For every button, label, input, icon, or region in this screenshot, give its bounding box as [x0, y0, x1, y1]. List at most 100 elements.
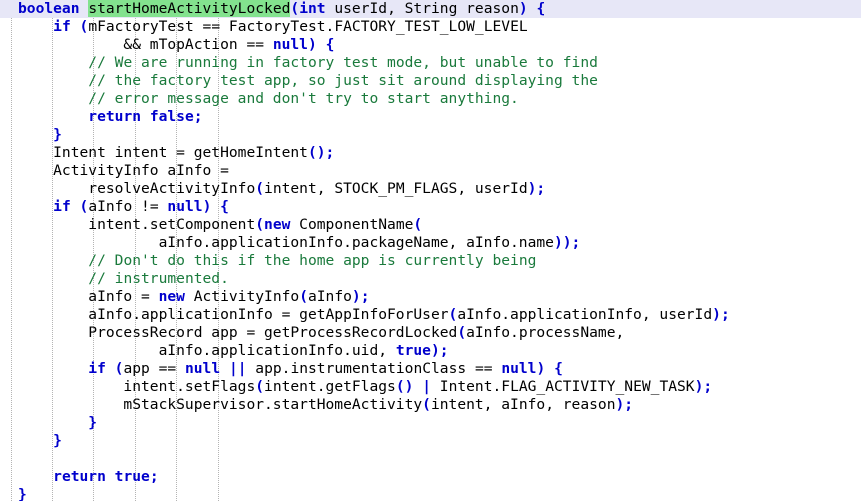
code-token-punc: |: [422, 378, 431, 395]
code-line[interactable]: aInfo.applicationInfo.uid, true);: [0, 342, 861, 360]
code-token-punc: (: [255, 378, 265, 395]
code-token-plain: ActivityInfo aInfo =: [18, 162, 229, 179]
code-token-punc: ;: [536, 180, 546, 197]
code-token-plain: resolveActivityInfo: [18, 180, 256, 197]
code-token-plain: intent.setFlags: [18, 378, 256, 395]
code-token-plain: aInfo: [307, 288, 352, 305]
code-token-punc: (): [307, 144, 326, 161]
code-line[interactable]: resolveActivityInfo(intent, STOCK_PM_FLA…: [0, 180, 861, 198]
code-token-kw: false: [149, 108, 194, 125]
code-token-punc: ): [712, 306, 721, 323]
highlighted-symbol: startHomeActivityLocked: [88, 0, 291, 17]
code-line[interactable]: aInfo.applicationInfo = getAppInfoForUse…: [0, 306, 861, 324]
code-line[interactable]: // instrumented.: [0, 270, 861, 288]
code-token-punc: (: [255, 216, 265, 233]
code-token-punc: }: [88, 414, 98, 431]
code-line[interactable]: }: [0, 486, 861, 501]
code-token-kw: boolean: [18, 0, 80, 17]
code-token-plain: ActivityInfo: [184, 288, 300, 305]
code-token-punc: ;: [360, 288, 370, 305]
code-token-punc: {: [220, 198, 229, 215]
code-line[interactable]: return false;: [0, 108, 861, 126]
code-token-punc: (: [448, 306, 458, 323]
code-editor-viewport[interactable]: boolean startHomeActivityLocked(int user…: [0, 0, 861, 501]
code-token-comment: // the factory test app, so just sit aro…: [88, 72, 598, 89]
code-token-punc: (: [457, 324, 467, 341]
code-token-punc: {: [536, 0, 546, 17]
code-token-plain: Intent intent = getHomeIntent: [18, 144, 308, 161]
code-line[interactable]: // Don't do this if the home app is curr…: [0, 252, 861, 270]
code-token-punc: }: [18, 486, 27, 501]
code-token-kw: int: [299, 0, 326, 17]
code-line[interactable]: return true;: [0, 468, 861, 486]
code-token-punc: (: [299, 288, 308, 305]
code-token-plain: ComponentName: [290, 216, 414, 233]
code-line[interactable]: mStackSupervisor.startHomeActivity(inten…: [0, 396, 861, 414]
code-line[interactable]: // the factory test app, so just sit aro…: [0, 72, 861, 90]
code-token-punc: ): [430, 342, 440, 359]
code-token-kw: true: [395, 342, 431, 359]
code-line[interactable]: intent.setFlags(intent.getFlags() | Inte…: [0, 378, 861, 396]
code-token-kw: new: [264, 216, 291, 233]
code-line[interactable]: intent.setComponent(new ComponentName(: [0, 216, 861, 234]
code-token-kw: null: [501, 360, 537, 377]
code-token-punc: }: [53, 126, 62, 143]
code-token-plain: aInfo.applicationInfo.uid,: [18, 342, 396, 359]
code-line[interactable]: [0, 450, 861, 468]
code-token-plain: aInfo.applicationInfo = getAppInfoForUse…: [18, 306, 449, 323]
code-token-plain: && mTopAction ==: [18, 36, 273, 53]
code-line[interactable]: ActivityInfo aInfo =: [0, 162, 861, 180]
code-token-punc: ;: [720, 306, 730, 323]
code-token-punc: ;: [571, 234, 581, 251]
code-line[interactable]: }: [0, 414, 861, 432]
code-token-comment: // We are running in factory test mode, …: [88, 54, 598, 71]
code-token-punc: ): [536, 360, 546, 377]
code-line[interactable]: && mTopAction == null) {: [0, 36, 861, 54]
code-token-comment: // Don't do this if the home app is curr…: [88, 252, 537, 269]
code-token-kw: null: [272, 36, 308, 53]
code-line[interactable]: boolean startHomeActivityLocked(int user…: [0, 0, 861, 18]
code-line[interactable]: // error message and don't try to start …: [0, 90, 861, 108]
code-token-kw: null: [167, 198, 203, 215]
code-token-punc: ): [518, 0, 528, 17]
code-token-kw: if: [53, 18, 71, 35]
code-token-punc: (: [422, 396, 431, 413]
code-token-punc: ;: [193, 108, 203, 125]
code-token-comment: // instrumented.: [88, 270, 229, 287]
code-line[interactable]: if (aInfo != null) {: [0, 198, 861, 216]
code-token-kw: return: [53, 468, 106, 485]
code-line[interactable]: if (mFactoryTest == FactoryTest.FACTORY_…: [0, 18, 861, 36]
code-line[interactable]: }: [0, 432, 861, 450]
code-token-punc: ;: [624, 396, 634, 413]
code-line[interactable]: ProcessRecord app = getProcessRecordLock…: [0, 324, 861, 342]
code-token-punc: ;: [439, 342, 449, 359]
code-token-plain: ProcessRecord app = getProcessRecordLock…: [18, 324, 458, 341]
code-token-plain: intent, STOCK_PM_FLAGS, userId: [264, 180, 528, 197]
code-line[interactable]: aInfo = new ActivityInfo(aInfo);: [0, 288, 861, 306]
code-line[interactable]: }: [0, 126, 861, 144]
code-line[interactable]: Intent intent = getHomeIntent();: [0, 144, 861, 162]
code-token-plain: intent.setComponent: [18, 216, 256, 233]
code-token-kw: return: [88, 108, 142, 125]
code-token-punc: (: [290, 0, 300, 17]
code-content[interactable]: boolean startHomeActivityLocked(int user…: [0, 0, 861, 501]
code-line[interactable]: aInfo.applicationInfo.packageName, aInfo…: [0, 234, 861, 252]
code-line[interactable]: // We are running in factory test mode, …: [0, 54, 861, 72]
code-token-comment: // error message and don't try to start …: [88, 90, 519, 107]
code-line[interactable]: if (app == null || app.instrumentationCl…: [0, 360, 861, 378]
code-token-kw: new: [158, 288, 185, 305]
code-token-punc: ;: [703, 378, 713, 395]
